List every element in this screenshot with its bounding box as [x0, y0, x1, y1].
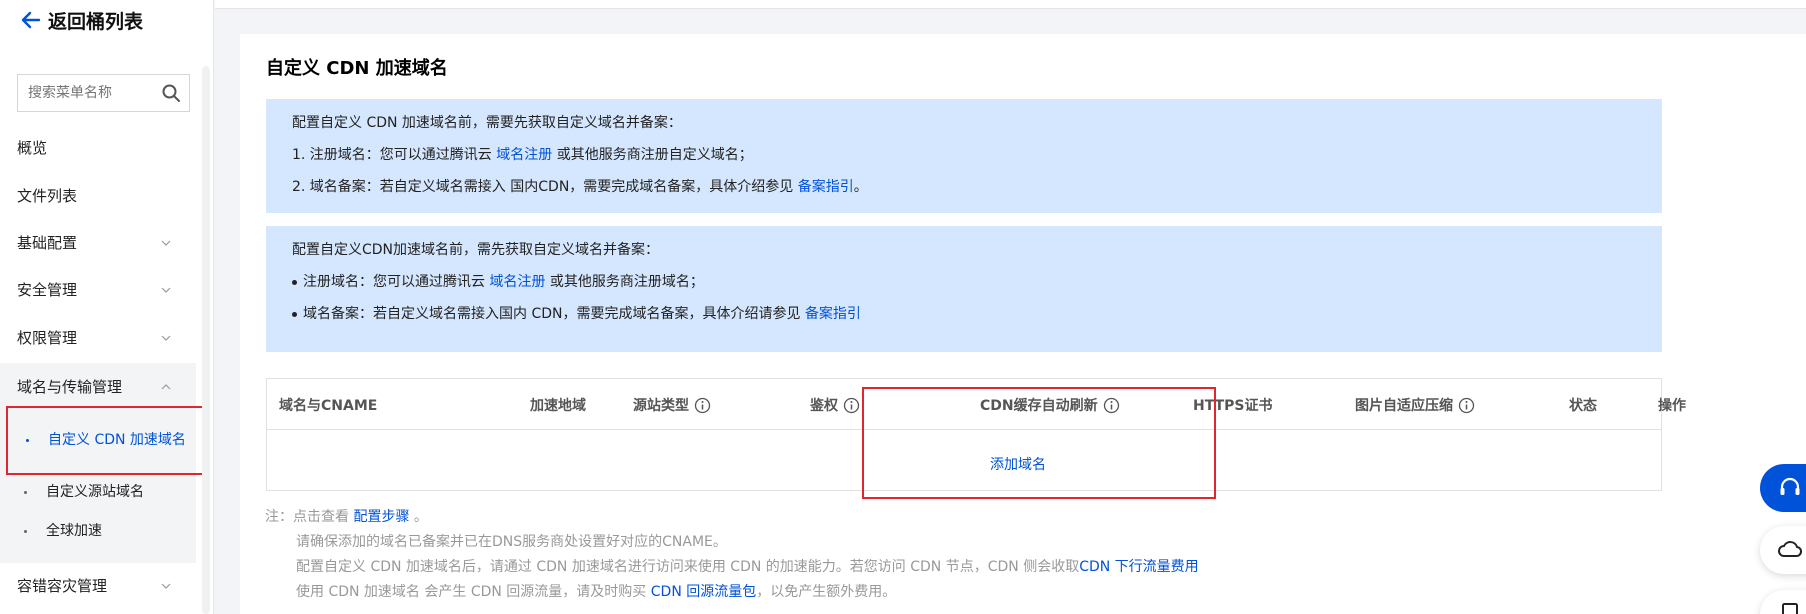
col-https-cert: HTTPS证书: [1193, 398, 1273, 414]
sidebar-item-permissions[interactable]: 权限管理: [0, 314, 196, 361]
cdn-origin-traffic-package-link[interactable]: CDN 回源流量包: [651, 584, 756, 600]
sidebar-item-file-list[interactable]: 文件列表: [0, 172, 196, 219]
sidebar-item-label: 权限管理: [17, 329, 78, 347]
sidebar-item-disaster-recovery[interactable]: 容错容灾管理: [0, 562, 196, 609]
icp-guide-link[interactable]: 备案指引: [805, 306, 861, 322]
notice-line: 2. 域名备案：若自定义域名需接入 国内CDN，需要完成域名备案，具体介绍参见 …: [292, 179, 868, 195]
sidebar-item-domain-transfer[interactable]: 域名与传输管理: [0, 363, 196, 410]
sidebar-subitem-label: 全球加速: [46, 523, 102, 539]
back-label: 返回桶列表: [48, 10, 144, 33]
chevron-down-icon: [161, 287, 171, 293]
table-header: 域名与CNAME 加速地域 源站类型 鉴权 CDN缓存自动刷新 HTTPS证书 …: [267, 379, 1686, 430]
note-line: 注：点击查看 配置步骤 。: [265, 509, 428, 525]
col-auth: 鉴权: [810, 395, 860, 415]
domain-table: 域名与CNAME 加速地域 源站类型 鉴权 CDN缓存自动刷新 HTTPS证书 …: [266, 378, 1686, 491]
main-card: 自定义 CDN 加速域名 配置自定义 CDN 加速域名前，需要先获取自定义域名并…: [240, 34, 1806, 614]
sidebar-item-label: 概览: [17, 139, 48, 157]
notice-intro: 配置自定义 CDN 加速域名前，需要先获取自定义域名并备案：: [292, 115, 682, 131]
arrow-left-icon: [21, 11, 41, 29]
sidebar-item-overview[interactable]: 概览: [0, 124, 196, 171]
info-icon[interactable]: [843, 397, 860, 414]
search-icon[interactable]: [161, 83, 181, 103]
note-line: 使用 CDN 加速域名 会产生 CDN 回源流量，请及时购买 CDN 回源流量包…: [296, 584, 897, 600]
sidebar-scrollbar[interactable]: [202, 66, 210, 614]
info-icon[interactable]: [1103, 397, 1120, 414]
sidebar-item-label: 容错容灾管理: [17, 577, 108, 595]
page-title: 自定义 CDN 加速域名: [266, 58, 448, 79]
sidebar-item-basic-config[interactable]: 基础配置: [0, 219, 196, 266]
menu-search[interactable]: [17, 74, 190, 112]
config-steps-link[interactable]: 配置步骤: [353, 509, 409, 525]
sidebar-item-label: 基础配置: [17, 234, 78, 252]
add-domain-link[interactable]: 添加域名: [990, 454, 1046, 474]
sidebar-subitem-label: 自定义源站域名: [46, 484, 144, 500]
document-icon: [1782, 603, 1798, 614]
cloud-icon: [1778, 541, 1803, 557]
sidebar-item-label: 域名与传输管理: [17, 378, 123, 396]
note-line: 配置自定义 CDN 加速域名后，请通过 CDN 加速域名进行访问来使用 CDN …: [296, 559, 1199, 575]
back-to-bucket-list[interactable]: 返回桶列表: [20, 6, 143, 34]
bullet-dot: [292, 279, 297, 285]
notice-line: 域名备案：若自定义域名需接入国内 CDN，需要完成域名备案，具体介绍请参见 备案…: [292, 304, 1636, 336]
notice-box-1: 配置自定义 CDN 加速域名前，需要先获取自定义域名并备案： 1. 注册域名：您…: [266, 99, 1662, 213]
chevron-up-icon: [161, 384, 171, 390]
notice-line: 1. 注册域名：您可以通过腾讯云 域名注册 或其他服务商注册自定义域名；: [292, 147, 753, 163]
info-icon[interactable]: [1458, 397, 1475, 414]
sidebar-subitem-label: 自定义 CDN 加速域名: [48, 432, 186, 448]
col-domain-cname: 域名与CNAME: [279, 398, 378, 414]
sidebar-item-label: 安全管理: [17, 281, 78, 299]
col-origin-type: 源站类型: [633, 395, 711, 415]
top-strip: [215, 0, 1806, 9]
headset-icon: [1780, 477, 1800, 495]
bullet-dot: [24, 530, 27, 533]
notice-box-2: 配置自定义CDN加速域名前，需先获取自定义域名并备案： 注册域名：您可以通过腾讯…: [266, 226, 1662, 352]
col-cdn-cache-refresh: CDN缓存自动刷新: [980, 395, 1120, 415]
chevron-down-icon: [161, 583, 171, 589]
col-actions: 操作: [1658, 398, 1686, 414]
bullet-dot: [292, 311, 297, 317]
chevron-down-icon: [161, 335, 171, 341]
cloud-float-button[interactable]: [1760, 526, 1806, 574]
notes: 注：点击查看 配置步骤 。 请确保添加的域名已备案并已在DNS服务商处设置好对应…: [265, 505, 1199, 605]
icp-guide-link[interactable]: 备案指引: [798, 179, 854, 195]
sidebar-item-security[interactable]: 安全管理: [0, 266, 196, 313]
info-icon[interactable]: [694, 397, 711, 414]
col-region: 加速地域: [530, 398, 586, 414]
note-line: 请确保添加的域名已备案并已在DNS服务商处设置好对应的CNAME。: [296, 534, 727, 550]
bullet-dot: [26, 439, 29, 442]
support-float-button[interactable]: [1760, 464, 1806, 512]
domain-register-link[interactable]: 域名注册: [496, 147, 552, 163]
notice-line: 注册域名：您可以通过腾讯云 域名注册 或其他服务商注册域名；: [292, 272, 1636, 304]
sidebar-subitem-custom-cdn-domain[interactable]: 自定义 CDN 加速域名: [6, 406, 208, 475]
sidebar-item-label: 文件列表: [17, 187, 78, 205]
sidebar: 返回桶列表 概览 文件列表 基础配置 安全管理 权限管理 域名与传输管理 自定义…: [0, 0, 214, 614]
sidebar-subitem-custom-origin-domain[interactable]: 自定义源站域名: [6, 482, 208, 503]
notice-intro: 配置自定义CDN加速域名前，需先获取自定义域名并备案：: [292, 242, 660, 258]
domain-register-link[interactable]: 域名注册: [489, 274, 545, 290]
bullet-dot: [24, 491, 27, 494]
col-status: 状态: [1569, 398, 1597, 414]
col-image-compress: 图片自适应压缩: [1355, 395, 1475, 415]
chevron-down-icon: [161, 240, 171, 246]
cdn-downstream-fee-link[interactable]: CDN 下行流量费用: [1079, 559, 1198, 575]
menu-search-input[interactable]: [28, 85, 158, 101]
sidebar-subitem-global-acceleration[interactable]: 全球加速: [6, 521, 208, 542]
